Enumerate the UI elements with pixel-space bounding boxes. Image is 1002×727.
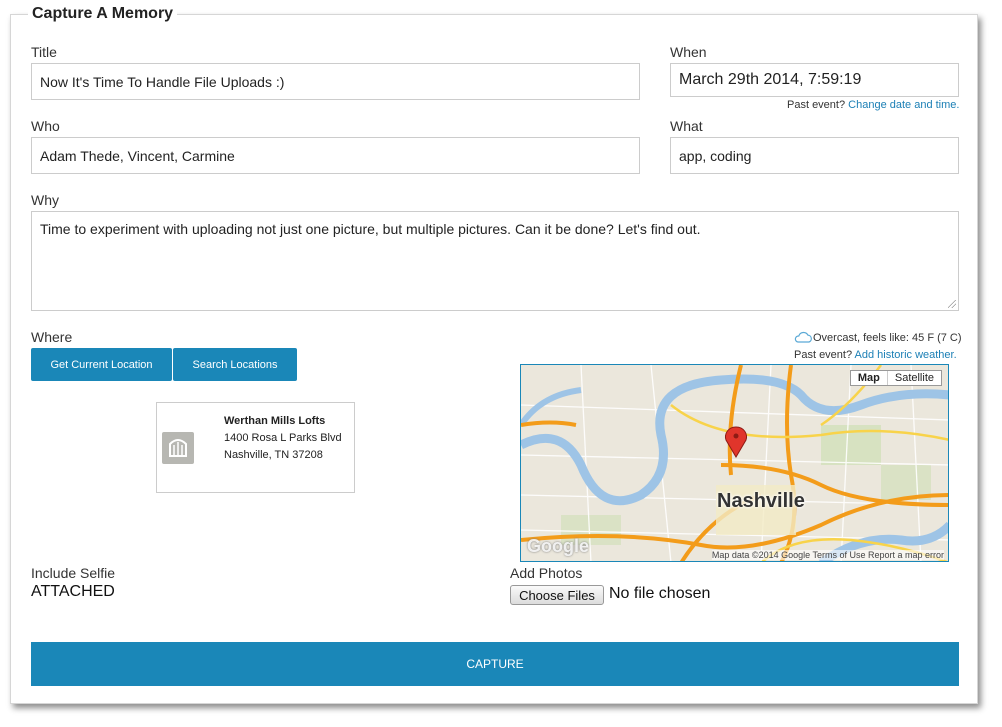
what-label: What [670,118,703,134]
selfie-status: ATTACHED [31,583,115,600]
photos-label: Add Photos [510,565,583,581]
why-label: Why [31,192,59,208]
map-footer[interactable]: Map data ©2014 Google Terms of Use Repor… [711,550,944,560]
who-input[interactable]: Adam Thede, Vincent, Carmine [31,137,640,174]
cloud-icon [794,331,812,343]
what-input[interactable]: app, coding [670,137,959,174]
get-current-location-button[interactable]: Get Current Location [31,348,172,381]
title-label: Title [31,44,57,60]
change-date-link[interactable]: Change date and time. [848,99,959,111]
weather-note-text: Past event? [794,349,853,361]
google-logo: Google [527,536,589,556]
add-historic-weather-link[interactable]: Add historic weather. [855,349,957,361]
location-address1: 1400 Rosa L Parks Blvd [224,432,342,444]
location-card[interactable]: Werthan Mills Lofts 1400 Rosa L Parks Bl… [156,402,355,493]
form-legend: Capture A Memory [28,5,178,23]
location-address2: Nashville, TN 37208 [224,449,323,461]
weather-note: Past event? Add historic weather. [794,349,957,361]
when-input[interactable]: March 29th 2014, 7:59:19 [670,63,959,97]
why-text: Time to experiment with uploading not ju… [40,221,701,237]
weather-status: Overcast, feels like: 45 F (7 C) [793,331,962,344]
selfie-label: Include Selfie [31,565,116,581]
map-canvas [521,365,948,561]
satellite-tab[interactable]: Satellite [888,371,941,385]
who-label: Who [31,118,60,134]
where-label: Where [31,329,73,345]
title-input[interactable]: Now It's Time To Handle File Uploads :) [31,63,640,100]
search-locations-button[interactable]: Search Locations [173,348,297,381]
building-icon [162,432,194,464]
resize-handle[interactable] [948,300,956,308]
when-note: Past event? Change date and time. [787,99,959,111]
map-tab[interactable]: Map [851,371,888,385]
when-note-text: Past event? [787,99,846,111]
choose-files-button[interactable]: Choose Files [510,585,604,605]
when-label: When [670,44,707,60]
map-type-toggle: Map Satellite [849,370,942,386]
weather-text: Overcast, feels like: 45 F (7 C) [813,332,962,344]
why-textarea[interactable]: Time to experiment with uploading not ju… [31,211,959,311]
map-city-label: Nashville [717,490,805,512]
capture-button[interactable]: CAPTURE [31,642,959,686]
file-status: No file chosen [609,585,711,602]
location-map[interactable]: Nashville Map Satellite Google Map data … [520,364,949,562]
location-name: Werthan Mills Lofts [224,415,326,427]
